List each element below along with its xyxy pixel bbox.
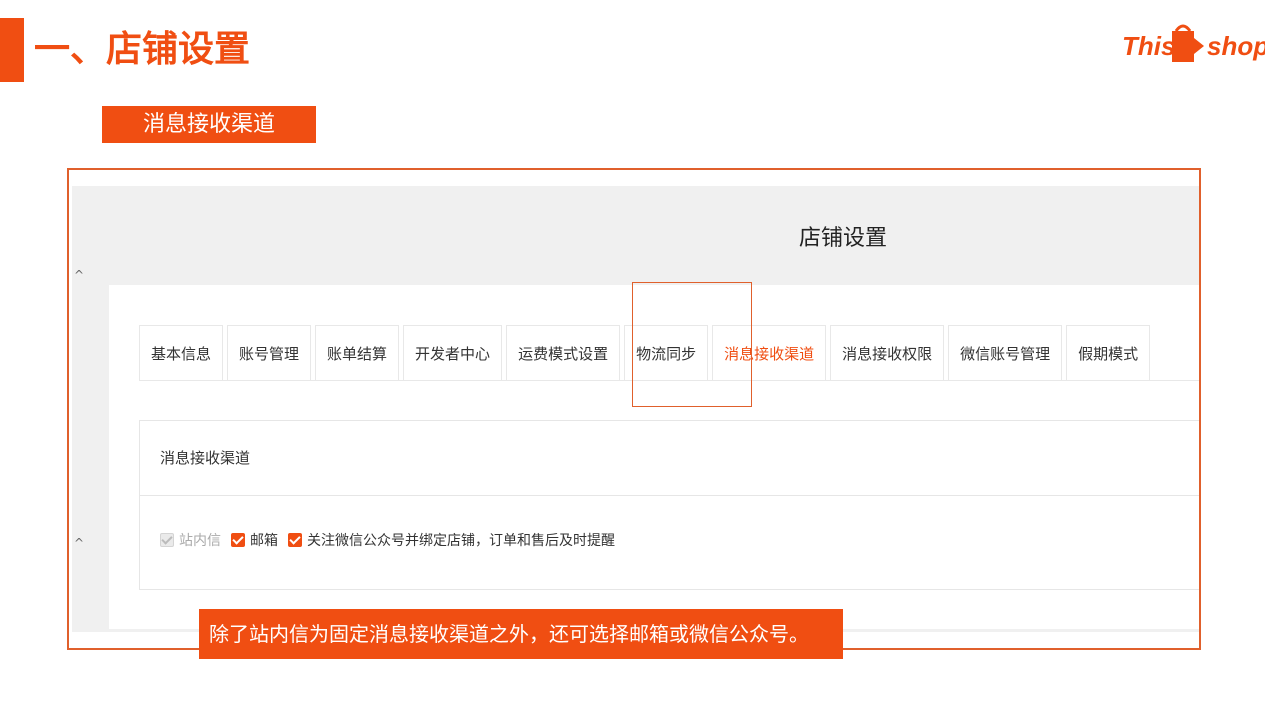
logo-text-right: shop	[1207, 31, 1265, 61]
option-label[interactable]: 关注微信公众号并绑定店铺，订单和售后及时提醒	[307, 530, 615, 550]
tab-account-management[interactable]: 账号管理	[227, 325, 312, 381]
channel-options: 站内信 邮箱 关注微信公众号并绑定店铺，订单和售后及时提醒	[160, 530, 625, 550]
caret-up-icon[interactable]: ^	[74, 268, 84, 282]
tab-vacation-mode[interactable]: 假期模式	[1066, 325, 1151, 381]
section-tag: 消息接收渠道	[102, 106, 316, 143]
tab-highlight-box	[632, 282, 752, 407]
message-channel-card: 消息接收渠道 站内信 邮箱 关注微信公众号并绑定店铺，订单和售后及时提醒	[139, 420, 1199, 590]
shop-settings-title: 店铺设置	[799, 226, 888, 251]
tab-billing[interactable]: 账单结算	[315, 325, 400, 381]
annotation-note: 除了站内信为固定消息接收渠道之外，还可选择邮箱或微信公众号。	[199, 609, 843, 659]
slide-title: 一、店铺设置	[34, 29, 251, 70]
checkbox-email[interactable]	[231, 533, 245, 547]
screenshot-canvas: 店铺设置 ^ ^ 基本信息 账号管理 账单结算 开发者中心 运费模式设置 物流同…	[69, 170, 1199, 648]
tab-message-permissions[interactable]: 消息接收权限	[830, 325, 945, 381]
card-title: 消息接收渠道	[140, 421, 1199, 496]
option-site-message: 站内信	[160, 530, 221, 550]
tab-developer-center[interactable]: 开发者中心	[403, 325, 503, 381]
option-wechat[interactable]: 关注微信公众号并绑定店铺，订单和售后及时提醒	[288, 530, 615, 550]
tab-basic-info[interactable]: 基本信息	[139, 325, 224, 381]
option-email[interactable]: 邮箱	[231, 530, 278, 550]
option-label[interactable]: 邮箱	[250, 530, 278, 550]
tab-shipping-mode[interactable]: 运费模式设置	[506, 325, 621, 381]
logo-text-left: This	[1122, 31, 1175, 61]
screenshot-frame: 店铺设置 ^ ^ 基本信息 账号管理 账单结算 开发者中心 运费模式设置 物流同…	[67, 168, 1201, 650]
checkbox-site-message	[160, 533, 174, 547]
tab-wechat-account[interactable]: 微信账号管理	[948, 325, 1063, 381]
caret-up-icon[interactable]: ^	[74, 536, 84, 550]
checkbox-wechat[interactable]	[288, 533, 302, 547]
title-accent-bar	[0, 18, 24, 82]
thisshop-logo: This shop	[1122, 24, 1265, 62]
option-label: 站内信	[179, 533, 221, 549]
